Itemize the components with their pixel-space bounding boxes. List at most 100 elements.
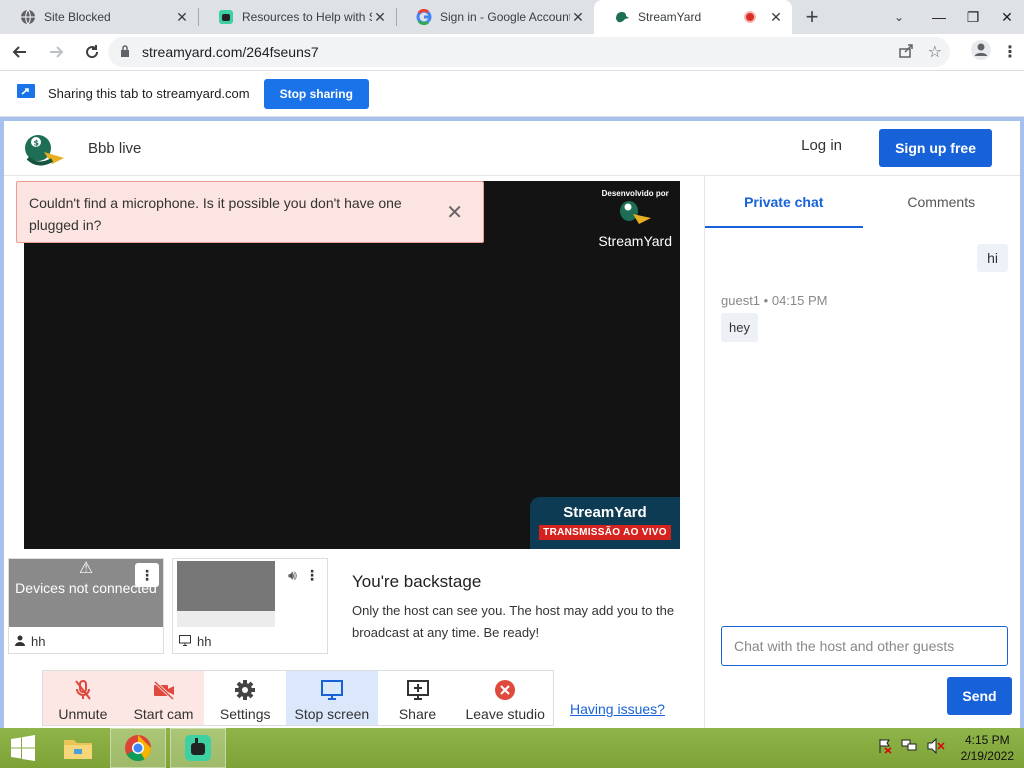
tab-resources[interactable]: Resources to Help with St ✕ xyxy=(198,0,396,34)
guest-name: guest1 xyxy=(721,293,761,308)
chrome-icon[interactable] xyxy=(110,728,166,768)
browser-toolbar: streamyard.com/264fseuns7 ☆ ⋮ xyxy=(0,34,1024,71)
tab-title: Resources to Help with St xyxy=(242,10,372,24)
profile-avatar-icon[interactable] xyxy=(970,39,992,66)
stop-sharing-button[interactable]: Stop sharing xyxy=(263,78,369,109)
camera-off-icon xyxy=(152,678,176,702)
more-options-icon[interactable]: ⋮ xyxy=(135,563,159,587)
unmute-label: Unmute xyxy=(58,706,108,722)
having-issues-link[interactable]: Having issues? xyxy=(570,701,665,717)
screen-preview xyxy=(177,561,275,627)
live-brand: StreamYard xyxy=(563,504,647,521)
more-menu-icon[interactable]: ⋮ xyxy=(1002,42,1018,62)
tab-title: StreamYard xyxy=(638,10,702,24)
lock-icon xyxy=(120,44,130,60)
close-window-icon[interactable]: ✕ xyxy=(990,0,1024,34)
settings-button[interactable]: Settings xyxy=(204,671,286,725)
start-cam-button[interactable]: Start cam xyxy=(122,671,205,725)
live-label: TRANSMISSÃO AO VIVO xyxy=(539,525,671,540)
tab-comments[interactable]: Comments xyxy=(863,176,1021,228)
settings-label: Settings xyxy=(219,706,271,722)
volume-muted-icon[interactable] xyxy=(927,737,945,759)
add-screen-icon xyxy=(406,678,430,702)
recording-icon xyxy=(744,11,756,23)
login-link[interactable]: Log in xyxy=(801,137,842,154)
site-header: $ Bbb live Log in Sign up free xyxy=(4,121,1020,176)
close-icon[interactable]: ✕ xyxy=(446,202,463,224)
speaker-icon[interactable]: 🔊︎ xyxy=(288,567,297,584)
forward-icon[interactable] xyxy=(40,36,72,68)
send-button[interactable]: Send xyxy=(947,677,1012,715)
svg-text:$: $ xyxy=(34,139,40,148)
network-icon[interactable] xyxy=(901,738,919,759)
guest-message: hey xyxy=(721,313,758,342)
watermark-caption: Desenvolvido por xyxy=(601,189,669,198)
stop-screen-label: Stop screen xyxy=(294,706,370,722)
close-tab-icon[interactable]: ✕ xyxy=(570,9,586,26)
more-options-icon[interactable]: ⋮ xyxy=(305,567,319,584)
back-icon[interactable] xyxy=(4,36,36,68)
chat-input[interactable]: Chat with the host and other guests xyxy=(721,626,1008,666)
close-circle-icon xyxy=(494,678,516,702)
microphone-alert: Couldn't find a microphone. Is it possib… xyxy=(16,181,484,243)
signup-button[interactable]: Sign up free xyxy=(879,129,992,167)
google-icon xyxy=(416,9,432,25)
close-tab-icon[interactable]: ✕ xyxy=(372,9,388,26)
app-icon[interactable] xyxy=(170,728,226,768)
streamyard-icon xyxy=(614,9,630,25)
gear-icon xyxy=(234,678,256,702)
watermark-brand: StreamYard xyxy=(598,233,672,249)
reload-icon[interactable] xyxy=(76,36,108,68)
participant-name: hh xyxy=(197,634,212,649)
tab-streamyard[interactable]: StreamYard ✕ xyxy=(594,0,792,34)
backstage-title: You're backstage xyxy=(352,572,482,591)
globe-icon xyxy=(20,9,36,25)
share-label: Share xyxy=(398,706,437,722)
system-clock[interactable]: 4:15 PM 2/19/2022 xyxy=(961,732,1014,764)
app-icon xyxy=(218,9,234,25)
file-explorer-icon[interactable] xyxy=(50,728,106,768)
unmute-button[interactable]: Unmute xyxy=(43,671,123,725)
sharing-text: Sharing this tab to streamyard.com xyxy=(48,86,250,101)
streamyard-logo xyxy=(598,198,672,231)
watermark: Desenvolvido por StreamYard xyxy=(598,189,672,249)
minimize-icon[interactable]: — xyxy=(922,0,956,34)
studio-controls: Unmute Start cam Settings Stop screen Sh… xyxy=(42,670,554,726)
my-message: hi xyxy=(977,244,1008,272)
screen-share-icon xyxy=(16,83,36,104)
monitor-icon xyxy=(320,678,344,702)
windows-start-icon[interactable] xyxy=(0,728,46,768)
streamyard-page: $ Bbb live Log in Sign up free Desenvolv… xyxy=(0,117,1024,732)
participant-camera-tile[interactable]: ⚠ Devices not connected ⋮ hh xyxy=(8,558,164,654)
share-button[interactable]: Share xyxy=(378,671,458,725)
address-bar[interactable]: streamyard.com/264fseuns7 ☆ xyxy=(108,37,950,67)
chevron-down-icon[interactable]: ⌄ xyxy=(886,0,912,34)
close-tab-icon[interactable]: ✕ xyxy=(174,9,190,26)
share-page-icon[interactable] xyxy=(898,43,914,62)
monitor-icon xyxy=(179,634,191,649)
url-text: streamyard.com/264fseuns7 xyxy=(142,44,319,60)
bookmark-star-icon[interactable]: ☆ xyxy=(928,42,942,62)
flag-icon[interactable] xyxy=(877,738,893,759)
tab-sharing-bar: Sharing this tab to streamyard.com Stop … xyxy=(0,71,1024,117)
tab-google-signin[interactable]: Sign in - Google Account ✕ xyxy=(396,0,594,34)
stop-screen-button[interactable]: Stop screen xyxy=(286,671,378,725)
mic-off-icon xyxy=(73,678,93,702)
message-time: 04:15 PM xyxy=(771,293,828,308)
new-tab-button[interactable]: + xyxy=(792,0,832,34)
broadcast-title: Bbb live xyxy=(88,139,142,157)
backstage-notice: You're backstage Only the host can see y… xyxy=(338,558,698,654)
start-cam-label: Start cam xyxy=(133,706,194,722)
tab-site-blocked[interactable]: Site Blocked ✕ xyxy=(0,0,198,34)
tab-title: Sign in - Google Account xyxy=(440,10,570,24)
alert-message: Couldn't find a microphone. Is it possib… xyxy=(29,195,402,233)
backstage-text: Only the host can see you. The host may … xyxy=(352,603,675,640)
screen-share-tile[interactable]: 🔊︎ ⋮ hh xyxy=(172,558,328,654)
participant-name: hh xyxy=(31,634,46,649)
clock-time: 4:15 PM xyxy=(964,733,1010,747)
tab-private-chat[interactable]: Private chat xyxy=(705,176,863,228)
person-icon xyxy=(15,634,25,649)
restore-icon[interactable]: ❐ xyxy=(956,0,990,34)
leave-studio-button[interactable]: Leave studio xyxy=(457,671,553,725)
close-tab-icon[interactable]: ✕ xyxy=(768,9,784,26)
